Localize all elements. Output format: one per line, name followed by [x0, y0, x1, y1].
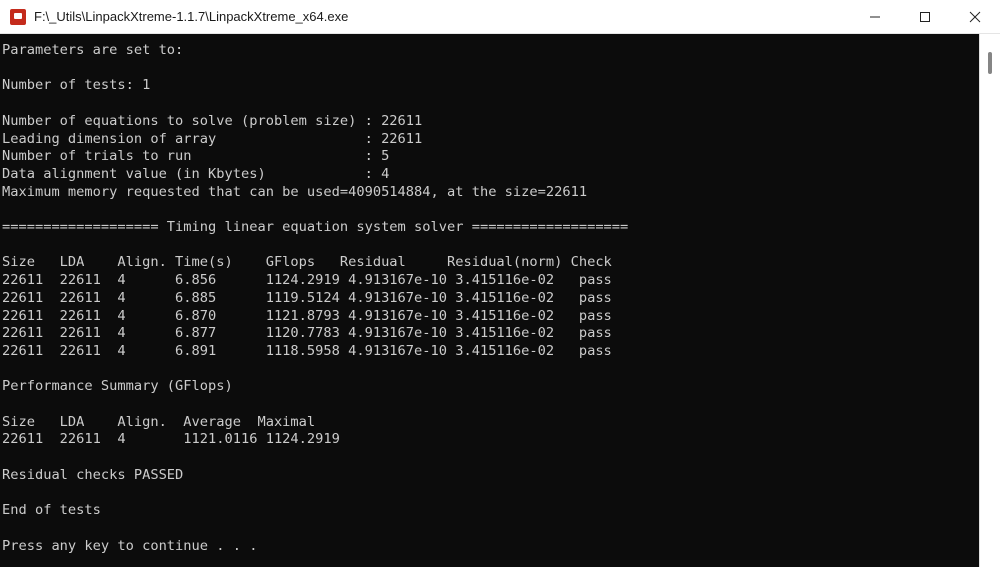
console-line: 22611 22611 4 6.885 1119.5124 4.913167e-… — [2, 289, 612, 306]
console-line: 22611 22611 4 1121.0116 1124.2919 — [2, 431, 340, 448]
console-line: Leading dimension of array : 22611 — [2, 130, 423, 147]
maximize-icon — [920, 11, 930, 22]
console-line: Size LDA Align. Time(s) GFlops Residual … — [2, 254, 612, 271]
console-app-icon[interactable] — [10, 8, 26, 25]
console-line: Number of trials to run : 5 — [2, 148, 390, 165]
console-line: Performance Summary (GFlops) — [2, 378, 233, 395]
console-output[interactable]: Parameters are set to: Number of tests: … — [0, 34, 978, 567]
console-line: 22611 22611 4 6.856 1124.2919 4.913167e-… — [2, 272, 612, 289]
console-line: Maximum memory requested that can be use… — [2, 183, 588, 200]
console-line: =================== Timing linear equati… — [2, 219, 629, 236]
window-title: F:\_Utils\LinpackXtreme-1.1.7\LinpackXtr… — [34, 9, 349, 24]
console-line: Press any key to continue . . . — [2, 537, 258, 554]
minimize-button[interactable] — [850, 0, 900, 33]
console-line: Residual checks PASSED — [2, 466, 184, 483]
caption-buttons — [850, 0, 1000, 33]
close-button[interactable] — [950, 0, 1000, 33]
vertical-scrollbar[interactable] — [979, 34, 1000, 567]
console-line: 22611 22611 4 6.891 1118.5958 4.913167e-… — [2, 342, 612, 359]
title-bar[interactable]: F:\_Utils\LinpackXtreme-1.1.7\LinpackXtr… — [0, 0, 1000, 34]
console-line: Size LDA Align. Average Maximal — [2, 413, 316, 430]
console-line: 22611 22611 4 6.877 1120.7783 4.913167e-… — [2, 325, 612, 342]
console-line: End of tests — [2, 502, 101, 519]
console-text: Parameters are set to: Number of tests: … — [0, 34, 978, 555]
console-line: 22611 22611 4 6.870 1121.8793 4.913167e-… — [2, 307, 612, 324]
console-line: Parameters are set to: — [2, 42, 184, 58]
console-line: Number of equations to solve (problem si… — [2, 112, 423, 129]
close-icon — [969, 11, 981, 22]
console-line: Number of tests: 1 — [2, 77, 151, 94]
minimize-icon — [870, 16, 880, 17]
console-line: Data alignment value (in Kbytes) : 4 — [2, 165, 390, 182]
console-window: F:\_Utils\LinpackXtreme-1.1.7\LinpackXtr… — [0, 0, 1000, 567]
maximize-button[interactable] — [900, 0, 950, 33]
scrollbar-thumb[interactable] — [988, 52, 992, 74]
